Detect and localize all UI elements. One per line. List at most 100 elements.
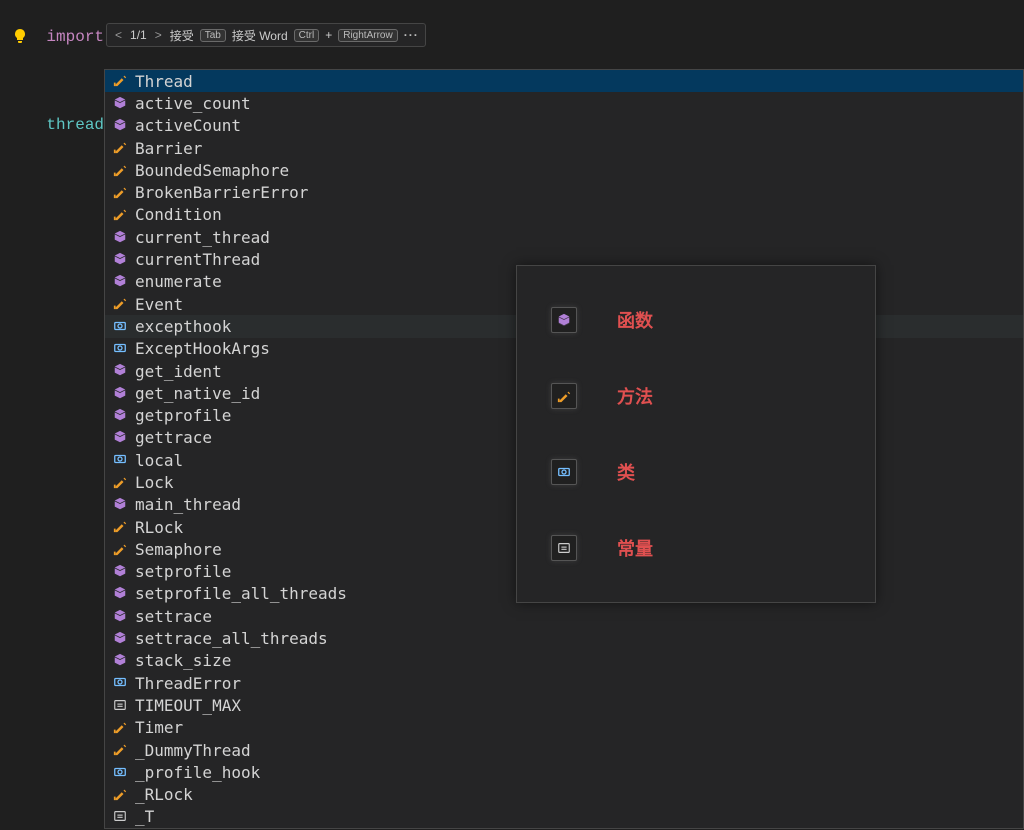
suggestion-label: _profile_hook bbox=[135, 763, 260, 782]
accept-word-label[interactable]: 接受 Word bbox=[232, 27, 288, 44]
suggestion-label: _RLock bbox=[135, 785, 193, 804]
suggestion-label: _T bbox=[135, 807, 154, 826]
suggestion-label: Event bbox=[135, 295, 183, 314]
suggestion-item[interactable]: _RLock bbox=[105, 784, 1023, 806]
more-actions-button[interactable]: ··· bbox=[404, 28, 419, 42]
suggestion-label: Timer bbox=[135, 718, 183, 737]
suggestion-item[interactable]: TIMEOUT_MAX bbox=[105, 694, 1023, 716]
suggestion-item[interactable]: _DummyThread bbox=[105, 739, 1023, 761]
legend-row-function: 函数 bbox=[537, 282, 855, 358]
function-icon bbox=[111, 631, 129, 647]
suggestion-label: get_native_id bbox=[135, 384, 260, 403]
class-icon bbox=[551, 459, 577, 485]
variable-icon bbox=[111, 452, 129, 468]
function-icon bbox=[111, 608, 129, 624]
suggestion-item[interactable]: Timer bbox=[105, 717, 1023, 739]
suggestion-label: BrokenBarrierError bbox=[135, 183, 308, 202]
keycap-right-arrow: RightArrow bbox=[338, 29, 397, 42]
class-icon bbox=[111, 519, 129, 535]
constant-icon bbox=[551, 535, 577, 561]
variable-icon bbox=[111, 675, 129, 691]
constant-icon bbox=[111, 697, 129, 713]
suggestion-label: activeCount bbox=[135, 116, 241, 135]
suggestion-item[interactable]: Barrier bbox=[105, 137, 1023, 159]
legend-label-function: 函数 bbox=[617, 307, 653, 333]
icon-legend-panel: 函数 方法 类 常量 bbox=[516, 265, 876, 603]
suggestion-counter: 1/1 bbox=[130, 28, 147, 42]
suggestion-label: BoundedSemaphore bbox=[135, 161, 289, 180]
variable-icon bbox=[111, 341, 129, 357]
suggestion-label: RLock bbox=[135, 518, 183, 537]
class-icon bbox=[111, 207, 129, 223]
suggestion-label: Barrier bbox=[135, 139, 202, 158]
suggestion-label: enumerate bbox=[135, 272, 222, 291]
suggestion-label: getprofile bbox=[135, 406, 231, 425]
suggestion-label: current_thread bbox=[135, 228, 270, 247]
keycap-ctrl: Ctrl bbox=[294, 29, 320, 42]
suggestion-label: stack_size bbox=[135, 651, 231, 670]
suggestion-label: local bbox=[135, 451, 183, 470]
constant-icon bbox=[111, 809, 129, 825]
class-icon bbox=[111, 185, 129, 201]
suggestion-label: get_ident bbox=[135, 362, 222, 381]
suggestion-item[interactable]: ThreadError bbox=[105, 672, 1023, 694]
suggestion-item[interactable]: current_thread bbox=[105, 226, 1023, 248]
suggestion-label: Lock bbox=[135, 473, 174, 492]
suggestion-label: settrace bbox=[135, 607, 212, 626]
suggestion-item[interactable]: BrokenBarrierError bbox=[105, 181, 1023, 203]
function-icon bbox=[111, 274, 129, 290]
function-icon bbox=[111, 430, 129, 446]
legend-row-constant: 常量 bbox=[537, 510, 855, 586]
legend-label-method: 方法 bbox=[617, 383, 653, 409]
class-icon bbox=[111, 787, 129, 803]
suggestion-item[interactable]: Thread bbox=[105, 70, 1023, 92]
lightbulb-icon[interactable] bbox=[12, 28, 28, 50]
variable-icon bbox=[111, 318, 129, 334]
suggestion-item[interactable]: BoundedSemaphore bbox=[105, 159, 1023, 181]
plus-sign: + bbox=[325, 28, 332, 42]
suggestion-label: Semaphore bbox=[135, 540, 222, 559]
class-icon bbox=[111, 474, 129, 490]
suggestion-item[interactable]: stack_size bbox=[105, 650, 1023, 672]
function-icon bbox=[111, 408, 129, 424]
suggestion-label: Condition bbox=[135, 205, 222, 224]
variable-icon bbox=[111, 764, 129, 780]
class-icon bbox=[111, 162, 129, 178]
legend-label-class: 类 bbox=[617, 459, 635, 485]
method-icon bbox=[551, 383, 577, 409]
suggestion-label: main_thread bbox=[135, 495, 241, 514]
next-suggestion-button[interactable]: > bbox=[153, 28, 164, 42]
suggestion-item[interactable]: active_count bbox=[105, 92, 1023, 114]
class-icon bbox=[111, 73, 129, 89]
function-icon bbox=[111, 586, 129, 602]
suggestion-item[interactable]: activeCount bbox=[105, 115, 1023, 137]
suggestion-label: Thread bbox=[135, 72, 193, 91]
suggestion-label: ExceptHookArgs bbox=[135, 339, 270, 358]
suggestion-item[interactable]: _profile_hook bbox=[105, 761, 1023, 783]
suggestion-item[interactable]: _T bbox=[105, 806, 1023, 828]
function-icon bbox=[111, 363, 129, 379]
function-icon bbox=[111, 385, 129, 401]
function-icon bbox=[111, 497, 129, 513]
function-icon bbox=[111, 564, 129, 580]
suggestion-label: gettrace bbox=[135, 428, 212, 447]
class-icon bbox=[111, 742, 129, 758]
suggestion-item[interactable]: Condition bbox=[105, 204, 1023, 226]
keycap-tab: Tab bbox=[200, 29, 226, 42]
prev-suggestion-button[interactable]: < bbox=[113, 28, 124, 42]
function-icon bbox=[551, 307, 577, 333]
suggestion-item[interactable]: settrace_all_threads bbox=[105, 627, 1023, 649]
legend-row-method: 方法 bbox=[537, 358, 855, 434]
accept-label[interactable]: 接受 bbox=[170, 27, 194, 44]
class-icon bbox=[111, 140, 129, 156]
suggestion-label: settrace_all_threads bbox=[135, 629, 328, 648]
suggestion-item[interactable]: settrace bbox=[105, 605, 1023, 627]
function-icon bbox=[111, 653, 129, 669]
function-icon bbox=[111, 229, 129, 245]
function-icon bbox=[111, 95, 129, 111]
suggestion-label: setprofile bbox=[135, 562, 231, 581]
suggestion-label: setprofile_all_threads bbox=[135, 584, 347, 603]
suggestion-label: currentThread bbox=[135, 250, 260, 269]
legend-label-constant: 常量 bbox=[617, 535, 653, 561]
keyword-import: import bbox=[46, 28, 104, 46]
